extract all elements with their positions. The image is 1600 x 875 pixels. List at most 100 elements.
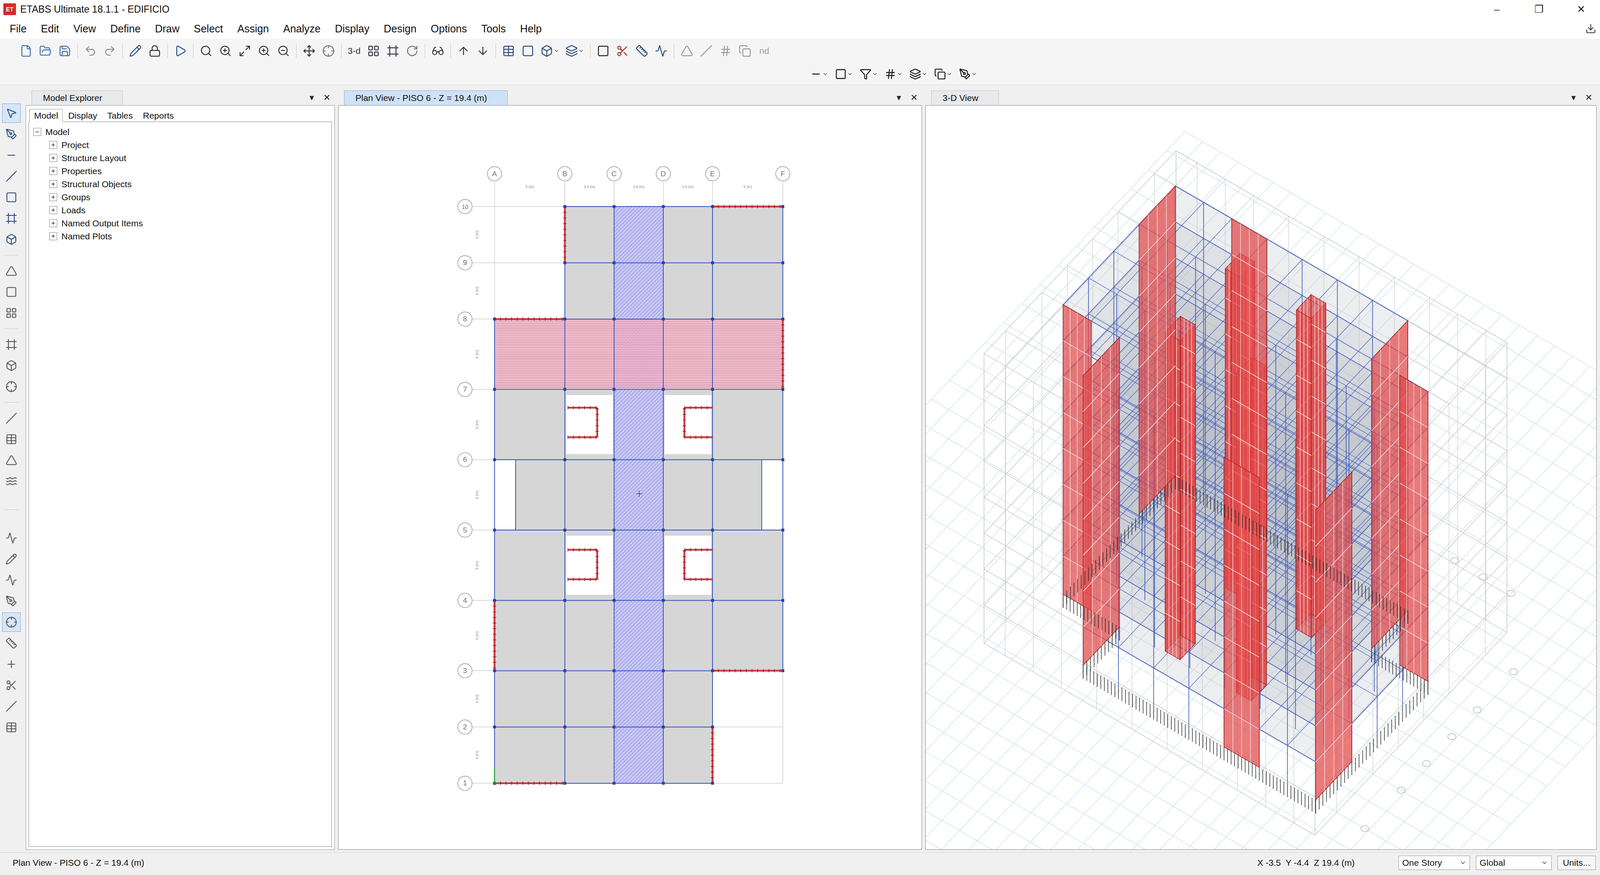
grid-bubble[interactable]: 9: [458, 255, 473, 271]
slab-opening[interactable]: [566, 535, 613, 595]
draw-tool-button[interactable]: [2, 187, 21, 207]
tree-item[interactable]: Structure Layout: [33, 151, 328, 165]
grid-bubble[interactable]: E: [705, 166, 720, 181]
panel-close-button[interactable]: ✕: [910, 92, 918, 103]
menu-item[interactable]: Define: [103, 21, 148, 37]
wall[interactable]: [596, 407, 598, 438]
tree-expander[interactable]: [49, 153, 58, 162]
toolbar-dropdown-button[interactable]: [807, 64, 831, 84]
menu-item[interactable]: Draw: [147, 21, 187, 37]
wall[interactable]: [1315, 471, 1352, 800]
wall[interactable]: [1139, 185, 1176, 514]
tree-item[interactable]: Named Output Items: [33, 216, 328, 230]
menu-item[interactable]: Options: [423, 21, 475, 37]
toolbar-button[interactable]: [499, 41, 518, 61]
tree-expander[interactable]: [49, 140, 58, 149]
wall[interactable]: [684, 436, 713, 438]
grid-bubble[interactable]: A: [487, 166, 502, 181]
grid-bubble[interactable]: B: [557, 166, 573, 181]
tree-item[interactable]: Named Plots: [33, 229, 328, 243]
draw-tool-button[interactable]: [2, 450, 21, 470]
menu-item[interactable]: Assign: [230, 21, 276, 37]
grid-bubble[interactable]: 2: [458, 719, 473, 734]
tree-item[interactable]: Loads: [33, 203, 328, 217]
draw-tool-button[interactable]: [2, 145, 21, 165]
draw-tool-button[interactable]: [2, 654, 21, 674]
model-3d-drawing[interactable]: [925, 105, 1597, 850]
toolbar-dropdown-button[interactable]: [956, 64, 980, 84]
toolbar-dropdown-button[interactable]: [931, 64, 955, 84]
tree-expander[interactable]: [49, 193, 58, 202]
tree-expander[interactable]: [33, 127, 42, 136]
wall[interactable]: [684, 549, 713, 551]
toolbar-button[interactable]: [562, 41, 587, 61]
draw-tool-button[interactable]: [2, 570, 21, 590]
menu-item[interactable]: File: [2, 21, 34, 37]
draw-tool-button[interactable]: [2, 282, 21, 302]
draw-tool-button[interactable]: [2, 208, 21, 228]
grid-bubble[interactable]: 7: [458, 382, 473, 397]
toolbar-button[interactable]: [36, 41, 55, 61]
toolbar-button[interactable]: [454, 41, 473, 61]
toolbar-button[interactable]: [254, 41, 274, 61]
tree-item[interactable]: Properties: [33, 164, 328, 178]
grid-bubble[interactable]: 1: [458, 776, 473, 791]
view-3d-tab[interactable]: 3-D View: [931, 90, 999, 106]
wall[interactable]: [712, 726, 713, 784]
toolbar-text-button[interactable]: nd: [754, 41, 774, 61]
wall[interactable]: [494, 600, 496, 671]
draw-tool-button[interactable]: [2, 303, 21, 323]
toolbar-button[interactable]: [319, 41, 338, 61]
menu-item[interactable]: Help: [513, 21, 549, 37]
toolbar-button[interactable]: [716, 41, 735, 61]
menu-item[interactable]: Display: [327, 21, 377, 37]
menu-item[interactable]: Edit: [33, 21, 67, 37]
draw-tool-button[interactable]: [2, 408, 21, 428]
tree-item[interactable]: Groups: [33, 190, 328, 204]
wall[interactable]: [1296, 309, 1312, 638]
tree-item[interactable]: Project: [33, 138, 328, 152]
slab-opening[interactable]: [664, 394, 711, 454]
grid-bubble[interactable]: 3: [458, 663, 473, 678]
view-3d-canvas[interactable]: [925, 105, 1597, 850]
menu-item[interactable]: Select: [186, 21, 231, 37]
draw-tool-button[interactable]: [2, 612, 21, 632]
toolbar-button[interactable]: [593, 41, 613, 61]
toolbar-button[interactable]: [81, 41, 100, 61]
toolbar-button[interactable]: [428, 41, 448, 61]
draw-tool-button[interactable]: [2, 591, 21, 611]
tree-expander[interactable]: [49, 206, 58, 215]
toolbar-button[interactable]: [677, 41, 697, 61]
grid-bubble[interactable]: C: [606, 166, 622, 181]
panel-menu-button[interactable]: ▾: [1571, 92, 1577, 103]
explorer-tab[interactable]: Reports: [138, 108, 179, 122]
grid-bubble[interactable]: 10: [458, 199, 473, 214]
units-button[interactable]: Units...: [1557, 855, 1596, 870]
toolbar-button[interactable]: [299, 41, 319, 61]
menu-item[interactable]: Tools: [474, 21, 513, 37]
draw-tool-button[interactable]: [2, 549, 21, 569]
download-button[interactable]: [1581, 18, 1600, 39]
wall[interactable]: [494, 782, 565, 784]
toolbar-button[interactable]: [696, 41, 716, 61]
toolbar-button[interactable]: [364, 41, 383, 61]
slab-opening[interactable]: [566, 394, 613, 454]
draw-tool-button[interactable]: [2, 229, 21, 250]
wall[interactable]: [712, 670, 783, 671]
slab-opening[interactable]: [664, 535, 711, 595]
draw-tool-button[interactable]: [2, 675, 21, 695]
corridor-slab[interactable]: [614, 206, 664, 784]
toolbar-button[interactable]: [651, 41, 671, 61]
grid-bubble[interactable]: 4: [458, 593, 473, 608]
draw-tool-button[interactable]: [2, 528, 21, 548]
toolbar-button[interactable]: [402, 41, 422, 61]
tree-expander[interactable]: [49, 180, 58, 189]
wall[interactable]: [1223, 457, 1260, 768]
grid-bubble[interactable]: 5: [458, 522, 473, 538]
toolbar-dropdown-button[interactable]: [906, 64, 930, 84]
wall[interactable]: [782, 318, 784, 390]
plan-view-canvas[interactable]: ABCDEF5 (m)3.5 (m)3.5 (m)3.5 (m)5 (m)109…: [338, 105, 922, 850]
wall[interactable]: [567, 436, 598, 438]
wall[interactable]: [684, 407, 713, 408]
panel-menu-button[interactable]: ▾: [896, 92, 902, 103]
